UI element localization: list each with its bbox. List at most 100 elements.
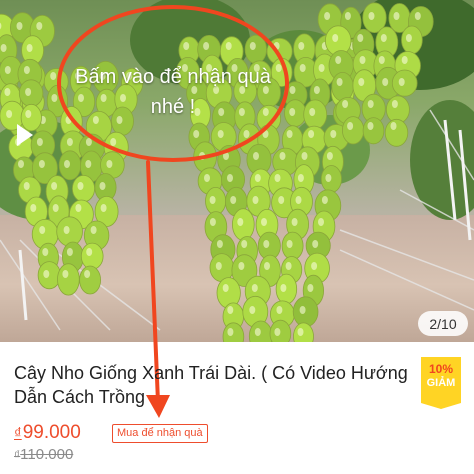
grape-highlight bbox=[276, 306, 283, 314]
grape-highlight bbox=[301, 152, 308, 160]
grape-highlight bbox=[285, 262, 292, 270]
grape-highlight bbox=[38, 160, 45, 168]
grape-highlight bbox=[23, 66, 30, 74]
grape-highlight bbox=[63, 226, 70, 234]
grape-highlight bbox=[309, 108, 316, 116]
discount-percent: 10% bbox=[428, 362, 454, 376]
grape-berry bbox=[18, 79, 44, 107]
grape-highlight bbox=[253, 152, 259, 160]
grape-highlight bbox=[227, 328, 234, 336]
grape-highlight bbox=[380, 34, 387, 42]
grape-highlight bbox=[336, 78, 343, 86]
grape-highlight bbox=[85, 160, 92, 168]
grape-highlight bbox=[84, 270, 91, 278]
grape-highlight bbox=[335, 56, 342, 64]
grape-highlight bbox=[313, 86, 320, 94]
grape-highlight bbox=[401, 56, 408, 64]
grape-highlight bbox=[6, 110, 13, 118]
grape-berry bbox=[320, 165, 342, 193]
grape-berry bbox=[57, 263, 80, 296]
grape-highlight bbox=[77, 182, 84, 190]
old-price-value: 110.000 bbox=[20, 446, 74, 463]
grape-highlight bbox=[344, 12, 351, 20]
grape-highlight bbox=[86, 248, 93, 256]
grape-highlight bbox=[357, 34, 364, 42]
grape-berry bbox=[269, 319, 292, 342]
grape-highlight bbox=[280, 284, 287, 292]
grape-highlight bbox=[30, 204, 37, 212]
grape-berry bbox=[401, 25, 423, 55]
grape-highlight bbox=[4, 88, 11, 96]
grape-highlight bbox=[209, 196, 216, 204]
price-value: 99.000 bbox=[22, 422, 81, 443]
grape-highlight bbox=[311, 262, 318, 270]
grape-highlight bbox=[347, 122, 354, 130]
grape-highlight bbox=[318, 64, 325, 72]
grape-berry bbox=[79, 265, 101, 295]
grape-highlight bbox=[307, 284, 314, 292]
grape-highlight bbox=[99, 182, 106, 190]
product-image[interactable]: Bấm vào để nhận quà nhé ! 2/10 bbox=[0, 0, 474, 342]
grape-berry bbox=[72, 175, 96, 203]
grape-highlight bbox=[66, 138, 73, 146]
grape-highlight bbox=[241, 240, 248, 248]
grape-highlight bbox=[299, 64, 306, 72]
gift-promo-tag[interactable]: Mua để nhận quà bbox=[112, 424, 208, 443]
grape-highlight bbox=[51, 94, 58, 102]
grape-highlight bbox=[299, 306, 306, 314]
grape-highlight bbox=[308, 130, 315, 138]
grape-highlight bbox=[324, 12, 331, 20]
grape-berry bbox=[292, 296, 319, 328]
grape-highlight bbox=[227, 174, 233, 182]
grape-highlight bbox=[393, 12, 400, 20]
grape-highlight bbox=[405, 34, 412, 42]
grape-highlight bbox=[26, 44, 33, 52]
grape-highlight bbox=[36, 22, 43, 30]
grape-highlight bbox=[39, 226, 46, 234]
grape-highlight bbox=[332, 34, 339, 42]
grape-highlight bbox=[286, 130, 293, 138]
grape-highlight bbox=[330, 130, 337, 138]
grape-highlight bbox=[25, 88, 32, 96]
grape-highlight bbox=[291, 218, 298, 226]
grape-highlight bbox=[263, 240, 270, 248]
grape-highlight bbox=[230, 196, 237, 204]
grape-berry bbox=[37, 261, 61, 290]
grape-highlight bbox=[398, 78, 405, 86]
product-title[interactable]: Cây Nho Giống Xanh Trái Dài. ( Có Video … bbox=[14, 361, 414, 409]
grape-berry bbox=[232, 208, 255, 241]
grape-highlight bbox=[414, 12, 421, 20]
grape-highlight bbox=[358, 78, 365, 86]
grape-highlight bbox=[382, 78, 389, 86]
grape-highlight bbox=[254, 174, 261, 182]
grape-highlight bbox=[23, 182, 30, 190]
grape-highlight bbox=[252, 196, 259, 204]
grape-highlight bbox=[261, 218, 267, 226]
grape-highlight bbox=[342, 100, 349, 108]
grape-highlight bbox=[321, 196, 328, 204]
current-price: ₫99.000 bbox=[14, 422, 81, 444]
grape-berry bbox=[58, 150, 82, 181]
grape-highlight bbox=[90, 226, 97, 234]
grape-highlight bbox=[297, 328, 304, 336]
grape-highlight bbox=[43, 270, 50, 278]
grape-highlight bbox=[289, 86, 296, 94]
grape-highlight bbox=[62, 270, 69, 278]
grape-highlight bbox=[264, 262, 270, 270]
discount-label: GIẢM bbox=[426, 377, 456, 389]
play-icon[interactable] bbox=[10, 118, 40, 152]
grape-highlight bbox=[0, 44, 7, 52]
grape-highlight bbox=[326, 152, 333, 160]
grape-berry bbox=[384, 118, 409, 147]
price-currency: ₫ bbox=[14, 425, 22, 442]
grape-highlight bbox=[318, 218, 324, 226]
grape-highlight bbox=[100, 204, 107, 212]
grape-highlight bbox=[25, 110, 32, 118]
grape-highlight bbox=[209, 218, 216, 226]
grape-highlight bbox=[367, 122, 374, 130]
grape-highlight bbox=[289, 108, 296, 116]
grape-highlight bbox=[66, 248, 73, 256]
grape-berry bbox=[205, 187, 227, 216]
grape-highlight bbox=[16, 22, 23, 30]
grape-highlight bbox=[359, 56, 366, 64]
